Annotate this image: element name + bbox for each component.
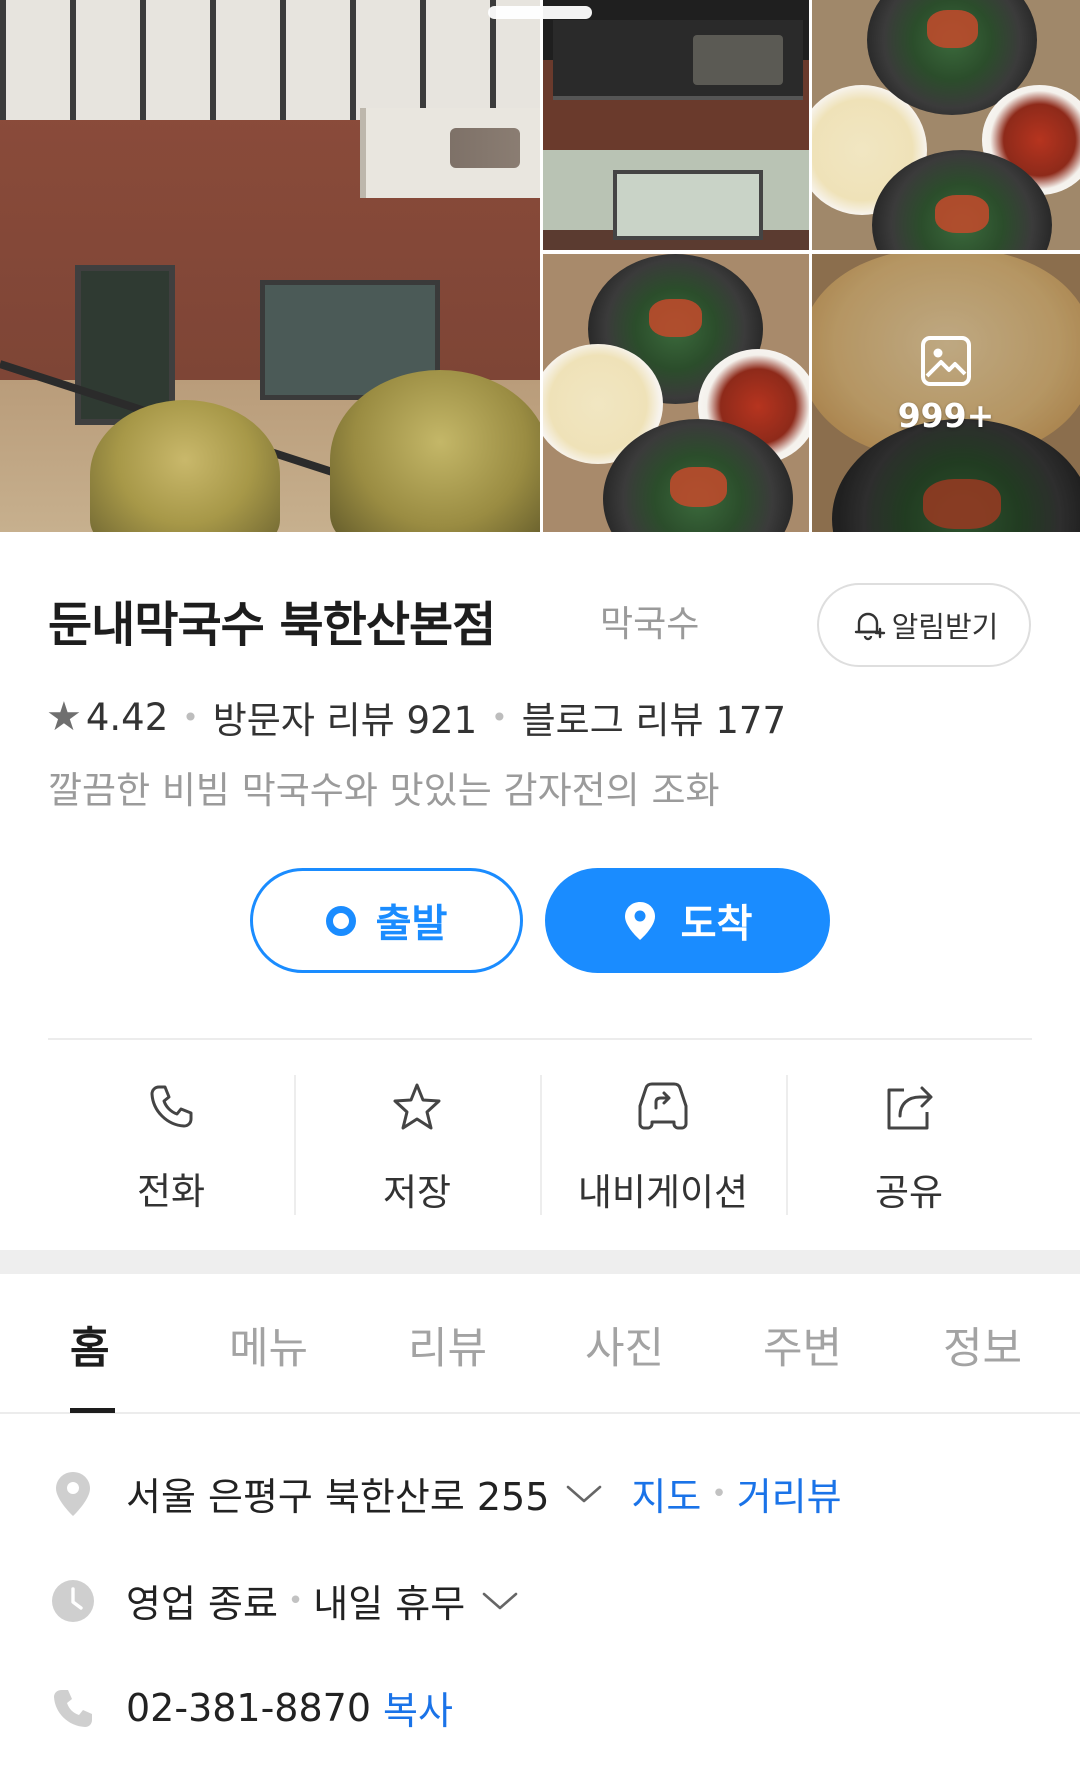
alert-button[interactable]: 알림받기 <box>817 583 1031 667</box>
arrive-button[interactable]: 도착 <box>545 868 830 973</box>
navigation-label: 내비게이션 <box>577 1171 749 1214</box>
depart-button[interactable]: 출발 <box>250 868 523 973</box>
share-label: 공유 <box>874 1171 944 1214</box>
tab-reviews[interactable]: 리뷰 <box>408 1314 487 1376</box>
clock-icon <box>52 1579 94 1622</box>
tab-nearby[interactable]: 주변 <box>763 1314 842 1376</box>
alert-button-label: 알림받기 <box>891 610 999 644</box>
food-photo-1[interactable] <box>812 0 1080 250</box>
street-view-link[interactable]: 거리뷰 <box>737 1466 842 1521</box>
address-text[interactable]: 서울 은평구 북한산로 255 <box>126 1466 549 1521</box>
place-name: 둔내막국수 북한산본점 <box>48 597 496 653</box>
photo-count-badge: 999+ <box>897 396 995 435</box>
active-tab-indicator <box>70 1408 115 1413</box>
divider <box>48 1038 1032 1040</box>
location-pin-icon <box>56 1471 90 1516</box>
save-action[interactable]: 저장 <box>294 1075 540 1215</box>
call-label: 전화 <box>136 1170 206 1213</box>
star-rating-icon: ★ <box>46 694 82 740</box>
star-icon <box>393 1083 441 1130</box>
phone-icon <box>150 1085 193 1127</box>
depart-label: 출발 <box>375 901 448 947</box>
food-photo-2[interactable] <box>543 254 809 532</box>
save-label: 저장 <box>382 1171 452 1214</box>
storefront-photo[interactable] <box>0 0 540 532</box>
call-action[interactable]: 전화 <box>48 1075 294 1215</box>
visitor-reviews-link[interactable]: 방문자 리뷰 921 <box>213 690 477 744</box>
photo-gallery: 999+ <box>0 0 1080 532</box>
hours-next: 내일 휴무 <box>313 1582 466 1626</box>
rating-value: 4.42 <box>85 695 169 739</box>
share-action[interactable]: 공유 <box>786 1075 1032 1215</box>
tab-menu[interactable]: 메뉴 <box>229 1314 308 1376</box>
hours-row: 영업 종료 • 내일 휴무 <box>50 1573 519 1628</box>
share-icon <box>887 1086 933 1130</box>
signboard-photo[interactable] <box>543 0 809 250</box>
phone-icon <box>54 1689 92 1727</box>
blog-reviews-link[interactable]: 블로그 리뷰 177 <box>522 690 786 744</box>
map-link[interactable]: 지도 <box>631 1466 701 1521</box>
place-summary: 깔끔한 비빔 막국수와 맛있는 감자전의 조화 <box>48 769 720 812</box>
rating-review-row: ★ 4.42 • 방문자 리뷰 921 • 블로그 리뷰 177 <box>46 690 786 744</box>
chevron-down-icon[interactable] <box>565 1483 603 1505</box>
bell-plus-icon <box>854 612 885 641</box>
copy-phone-button[interactable]: 복사 <box>383 1680 453 1735</box>
phone-number[interactable]: 02-381-8870 <box>126 1686 371 1730</box>
sheet-drag-handle[interactable] <box>488 6 592 19</box>
navigation-action[interactable]: 내비게이션 <box>540 1075 786 1215</box>
chevron-down-icon[interactable] <box>481 1590 519 1612</box>
car-navigation-icon <box>638 1082 688 1130</box>
phone-row: 02-381-8870 복사 <box>50 1680 453 1735</box>
place-category: 막국수 <box>600 604 700 645</box>
address-row: 서울 은평구 북한산로 255 지도 • 거리뷰 <box>50 1466 842 1521</box>
origin-dot-icon <box>325 905 356 936</box>
quick-actions: 전화 저장 내비게이션 공유 <box>48 1075 1032 1215</box>
section-divider <box>0 1250 1080 1274</box>
image-icon <box>921 336 971 386</box>
food-photo-more[interactable]: 999+ <box>812 254 1080 532</box>
tab-bar: 홈 메뉴 리뷰 사진 주변 정보 <box>0 1274 1080 1414</box>
arrive-label: 도착 <box>680 901 753 947</box>
location-pin-icon <box>624 901 655 940</box>
tab-photos[interactable]: 사진 <box>585 1314 664 1376</box>
tab-info[interactable]: 정보 <box>943 1314 1022 1376</box>
tab-home[interactable]: 홈 <box>70 1314 110 1376</box>
hours-status: 영업 종료 <box>126 1582 278 1626</box>
